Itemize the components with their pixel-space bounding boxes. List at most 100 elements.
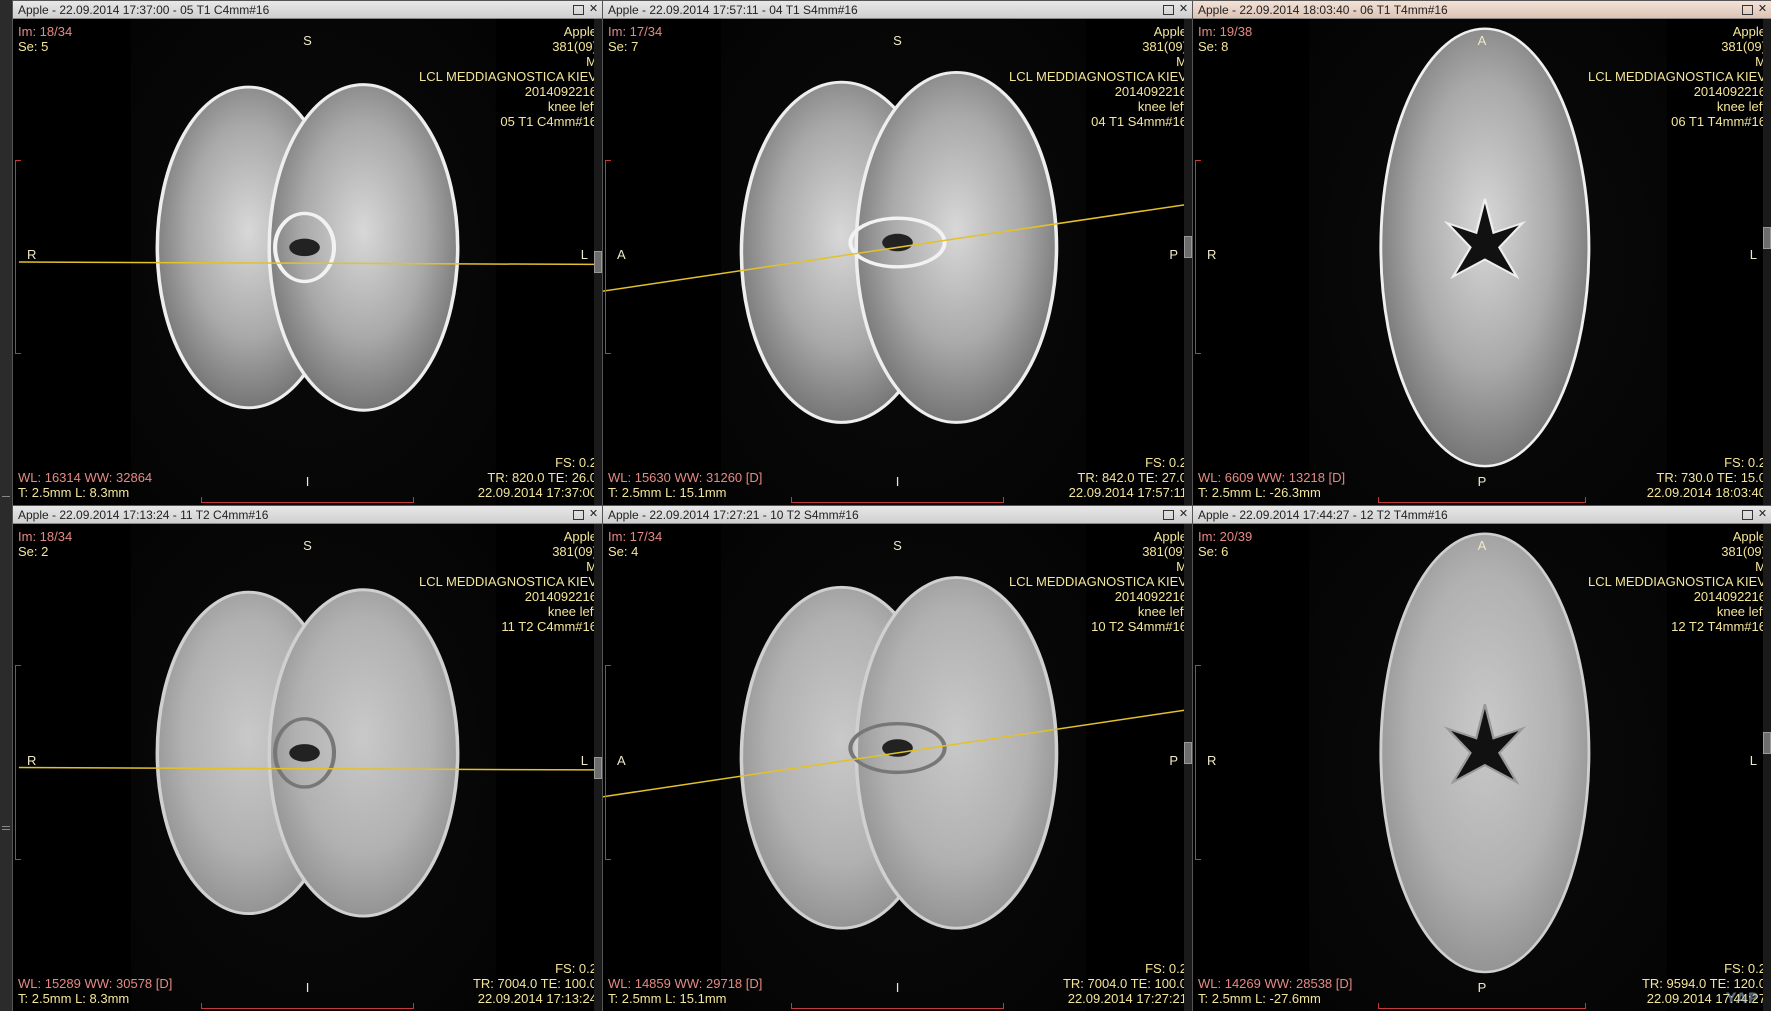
image-area[interactable]: Im: 17/34 Se: 4 Apple 381(09) M LCL MEDDIAG… [603, 524, 1192, 1011]
left-toolbar-strip[interactable] [0, 0, 12, 1011]
slice-scrollbar[interactable] [1763, 524, 1771, 1011]
patient-info-line: 2014092216 [524, 589, 597, 604]
maximize-icon[interactable] [1163, 5, 1174, 15]
orientation-bottom: I [305, 474, 310, 489]
orientation-top: S [303, 33, 312, 48]
tr-te-value: TR: 7004.0 TE: 100.0 [1062, 976, 1187, 991]
orientation-right: L [580, 752, 588, 768]
patient-info-overlay: Apple 381(09) M LCL MEDDIAGNOSTICA KIEV 2014… [1009, 24, 1187, 129]
acquisition-datetime: 22.09.2014 17:57:11 [1068, 485, 1187, 500]
horizontal-scale-ruler [1377, 497, 1587, 503]
maximize-icon[interactable] [573, 5, 584, 15]
horizontal-scale-ruler [201, 1003, 414, 1009]
patient-info-line: M [1176, 559, 1187, 574]
field-strength-value: FS: 0.2 [1724, 961, 1766, 976]
patient-info-line: 381(09) [1142, 544, 1187, 559]
patient-info-overlay: Apple 381(09) M LCL MEDDIAGNOSTICA KIEV 2014… [419, 529, 597, 634]
vertical-scale-ruler [605, 665, 612, 861]
patient-info-line: Apple [1153, 24, 1187, 39]
slice-scrollbar[interactable] [1184, 19, 1192, 505]
viewport-t1-sagittal[interactable]: Apple - 22.09.2014 17:57:11 - 04 T1 S4mm… [602, 0, 1192, 505]
close-icon[interactable]: ✕ [1177, 3, 1190, 16]
window-level-value: WL: 6609 WW: 13218 [D] [1198, 470, 1346, 485]
patient-info-line: knee left [1137, 99, 1187, 114]
viewport-titlebar[interactable]: Apple - 22.09.2014 17:57:11 - 04 T1 S4mm… [603, 1, 1192, 19]
watermark-logo: YAP [1726, 991, 1759, 1007]
close-icon[interactable]: ✕ [1756, 508, 1769, 521]
image-area[interactable]: Im: 19/38 Se: 8 Apple 381(09) M LCL MEDDIAG… [1193, 19, 1771, 505]
patient-info-line: Apple [563, 529, 597, 544]
viewport-titlebar[interactable]: Apple - 22.09.2014 17:37:00 - 05 T1 C4mm… [13, 1, 602, 19]
image-area[interactable]: Im: 18/34 Se: 5 Apple 381(09) M LCL MEDDIAG… [13, 19, 602, 505]
patient-info-overlay: Apple 381(09) M LCL MEDDIAGNOSTICA KIEV 2014… [419, 24, 597, 129]
patient-info-line: M [1176, 54, 1187, 69]
slice-thickness-value: T: 2.5mm L: -26.3mm [1198, 485, 1321, 500]
window-level-value: WL: 14859 WW: 29718 [D] [608, 976, 763, 991]
orientation-top: S [303, 538, 312, 553]
viewport-t2-coronal[interactable]: Apple - 22.09.2014 17:13:24 - 11 T2 C4mm… [12, 505, 602, 1011]
orientation-left: A [617, 247, 626, 263]
maximize-icon[interactable] [573, 510, 584, 520]
slice-scrollbar-thumb[interactable] [594, 251, 602, 273]
image-area[interactable]: Im: 20/39 Se: 6 Apple 381(09) M LCL MEDDIAG… [1193, 524, 1771, 1011]
slice-scrollbar-thumb[interactable] [594, 756, 602, 779]
image-number: Im: 17/34 [608, 24, 663, 39]
patient-info-line: 2014092216 [1114, 589, 1187, 604]
viewport-t1-coronal[interactable]: Apple - 22.09.2014 17:37:00 - 05 T1 C4mm… [12, 0, 602, 505]
orientation-right: P [1169, 247, 1178, 263]
viewport-titlebar[interactable]: Apple - 22.09.2014 17:27:21 - 10 T2 S4mm… [603, 506, 1192, 524]
maximize-icon[interactable] [1163, 510, 1174, 520]
orientation-left: A [617, 752, 626, 768]
viewport-titlebar[interactable]: Apple - 22.09.2014 17:44:27 - 12 T2 T4mm… [1193, 506, 1771, 524]
slice-scrollbar-thumb[interactable] [1763, 226, 1771, 249]
orientation-left: R [1207, 247, 1217, 263]
vertical-scale-ruler [1195, 159, 1202, 355]
series-number: Se: 8 [1198, 39, 1229, 54]
slice-thickness-value: T: 2.5mm L: 8.3mm [18, 991, 130, 1006]
window-level-overlay: WL: 15289 WW: 30578 [D] T: 2.5mm L: 8.3m… [18, 976, 172, 1006]
patient-info-line: LCL MEDDIAGNOSTICA KIEV [1588, 574, 1766, 589]
orientation-right: L [1749, 247, 1757, 263]
close-icon[interactable]: ✕ [1756, 3, 1769, 16]
orientation-right: L [580, 247, 588, 263]
maximize-icon[interactable] [1742, 510, 1753, 520]
slice-scrollbar-thumb[interactable] [1184, 741, 1192, 764]
window-level-value: WL: 14269 WW: 28538 [D] [1198, 976, 1353, 991]
patient-info-line: M [1755, 54, 1766, 69]
patient-info-line: 381(09) [1721, 544, 1766, 559]
viewport-t1-axial[interactable]: Apple - 22.09.2014 18:03:40 - 06 T1 T4mm… [1192, 0, 1771, 505]
horizontal-scale-ruler [201, 497, 414, 503]
maximize-icon[interactable] [1742, 5, 1753, 15]
slice-thickness-value: T: 2.5mm L: -27.6mm [1198, 991, 1321, 1006]
slice-scrollbar[interactable] [594, 19, 602, 505]
window-level-overlay: WL: 14269 WW: 28538 [D] T: 2.5mm L: -27.… [1198, 976, 1352, 1006]
image-index-overlay: Im: 20/39 Se: 6 [1198, 529, 1252, 559]
series-number: Se: 7 [608, 39, 639, 54]
orientation-bottom: I [895, 474, 900, 489]
close-icon[interactable]: ✕ [587, 508, 600, 521]
horizontal-scale-ruler [791, 1003, 1004, 1009]
close-icon[interactable]: ✕ [1177, 508, 1190, 521]
slice-scrollbar[interactable] [594, 524, 602, 1011]
viewport-titlebar[interactable]: Apple - 22.09.2014 17:13:24 - 11 T2 C4mm… [13, 506, 602, 524]
patient-info-overlay: Apple 381(09) M LCL MEDDIAGNOSTICA KIEV 2014… [1588, 24, 1766, 129]
slice-scrollbar-thumb[interactable] [1763, 732, 1771, 755]
window-level-overlay: WL: 14859 WW: 29718 [D] T: 2.5mm L: 15.1… [608, 976, 762, 1006]
patient-info-line: knee left [1137, 604, 1187, 619]
acquisition-overlay: FS: 0.2 TR: 730.0 TE: 15.0 22.09.2014 18… [1647, 455, 1766, 500]
close-icon[interactable]: ✕ [587, 3, 600, 16]
image-area[interactable]: Im: 17/34 Se: 7 Apple 381(09) M LCL MEDDIAG… [603, 19, 1192, 505]
viewport-titlebar[interactable]: Apple - 22.09.2014 18:03:40 - 06 T1 T4mm… [1193, 1, 1771, 19]
slice-scrollbar[interactable] [1763, 19, 1771, 505]
patient-info-line: 2014092216 [524, 84, 597, 99]
slice-scrollbar[interactable] [1184, 524, 1192, 1011]
orientation-bottom: P [1477, 474, 1487, 489]
image-number: Im: 17/34 [608, 529, 663, 544]
image-number: Im: 18/34 [18, 24, 73, 39]
viewport-t2-axial[interactable]: Apple - 22.09.2014 17:44:27 - 12 T2 T4mm… [1192, 505, 1771, 1011]
window-level-overlay: WL: 15630 WW: 31260 [D] T: 2.5mm L: 15.1… [608, 470, 762, 500]
viewport-t2-sagittal[interactable]: Apple - 22.09.2014 17:27:21 - 10 T2 S4mm… [602, 505, 1192, 1011]
image-area[interactable]: Im: 18/34 Se: 2 Apple 381(09) M LCL MEDDIAG… [13, 524, 602, 1011]
slice-scrollbar-thumb[interactable] [1184, 236, 1192, 259]
orientation-top: A [1477, 33, 1487, 48]
